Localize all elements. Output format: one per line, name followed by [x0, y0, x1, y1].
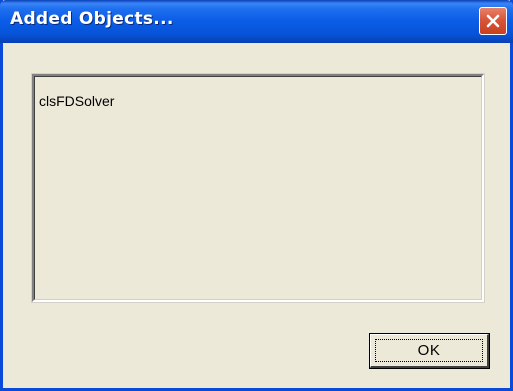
ok-button[interactable]: OK [369, 333, 490, 369]
dialog-window: Added Objects... clsFDSolver OK [0, 0, 513, 391]
objects-list-frame: clsFDSolver [34, 76, 482, 300]
objects-list[interactable]: clsFDSolver [31, 73, 485, 303]
ok-button-label: OK [417, 342, 441, 359]
close-icon [485, 13, 501, 29]
list-item[interactable]: clsFDSolver [39, 93, 114, 109]
close-button[interactable] [479, 7, 507, 35]
title-bar[interactable]: Added Objects... [0, 0, 513, 43]
window-title: Added Objects... [10, 9, 174, 29]
ok-focus-rect: OK [375, 339, 483, 362]
